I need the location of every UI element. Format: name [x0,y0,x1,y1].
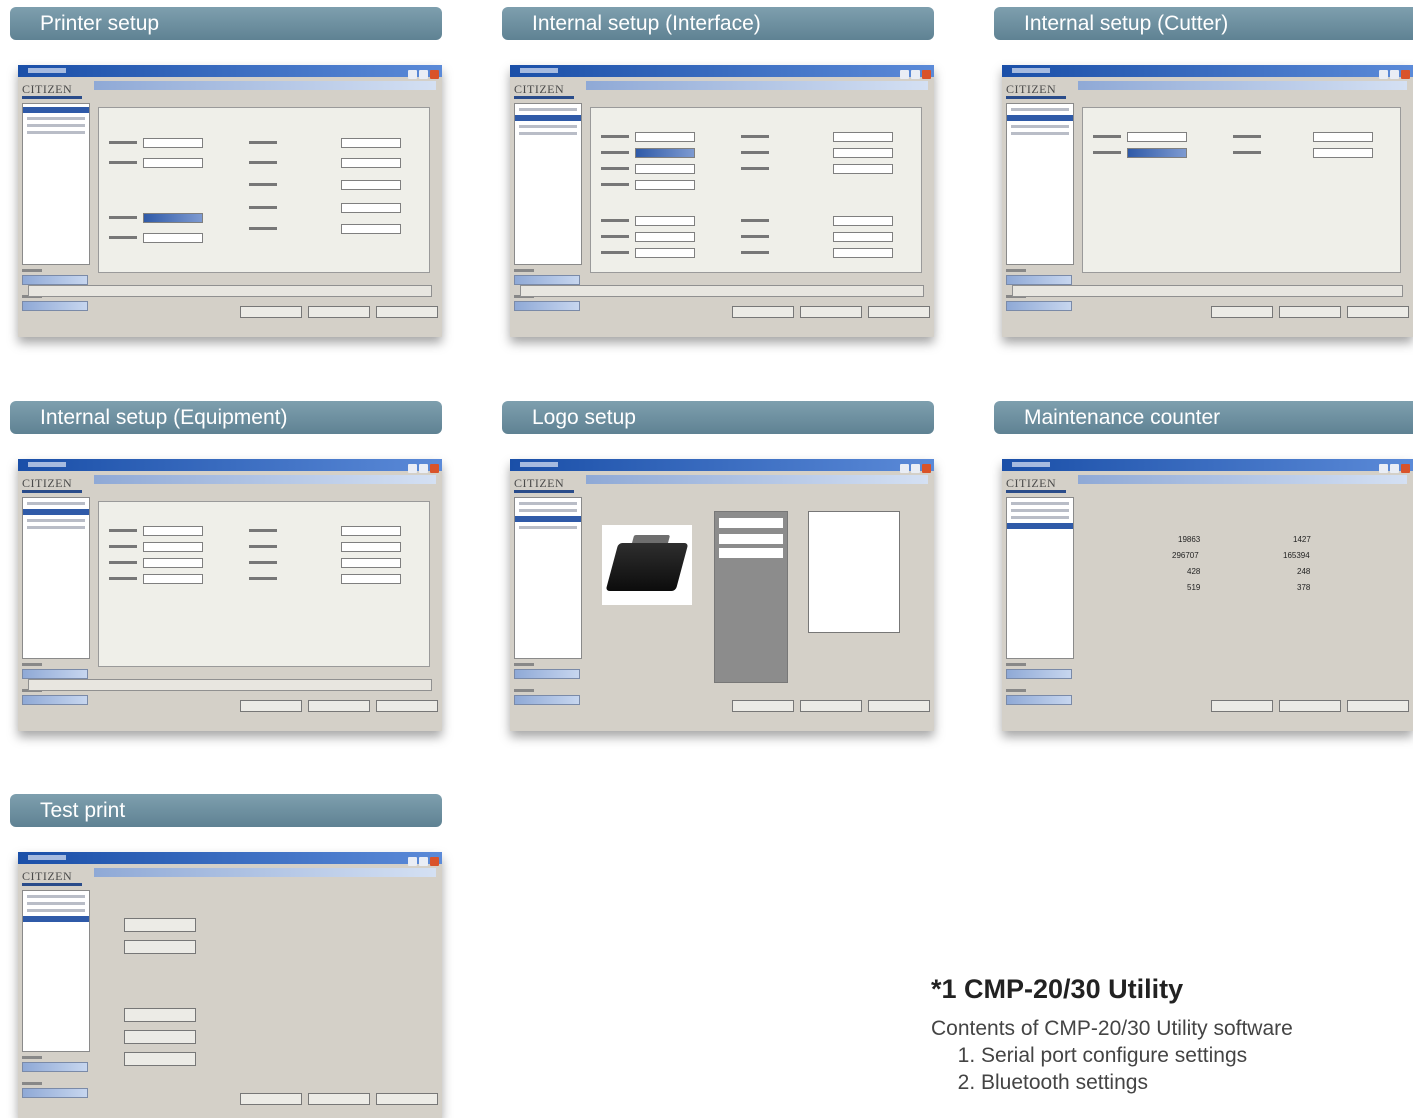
logo-list [714,511,788,683]
panel-title: Logo setup [502,401,934,434]
counter-row: 428 248 [1078,567,1398,583]
counter-value-2: 1427 [1293,535,1311,544]
screenshot-printer-setup: CITIZEN [18,65,442,337]
menu-list [514,497,582,659]
close-icon [430,70,439,79]
maximize-icon [1390,70,1399,79]
note-list: Serial port configure settings Bluetooth… [931,1044,1401,1095]
maximize-icon [419,464,428,473]
menu-list [22,497,90,659]
maximize-icon [911,464,920,473]
panel-logo-setup: Logo setup CITIZEN [502,401,934,731]
screenshot-internal-setup-interface: CITIZEN [510,65,934,337]
panel-title: Test print [10,794,442,827]
window-titlebar [510,459,934,473]
minimize-icon [408,857,417,866]
screenshot-logo-setup: CITIZEN [510,459,934,731]
panel-title: Maintenance counter [994,401,1413,434]
panel-maintenance-counter: Maintenance counter CITIZEN 19863 1427 2… [994,401,1413,731]
minimize-icon [1379,464,1388,473]
citizen-logo: CITIZEN [1006,81,1072,97]
note-subtitle: Contents of CMP-20/30 Utility software [931,1017,1293,1040]
citizen-logo: CITIZEN [514,81,580,97]
minimize-icon [408,464,417,473]
counter-value-2: 165394 [1283,551,1310,560]
menu-list [1006,497,1074,659]
counter-value-2: 378 [1297,583,1311,592]
panel-title: Internal setup (Cutter) [994,7,1413,40]
window-titlebar [18,65,442,79]
menu-list [22,890,90,1052]
close-icon [430,464,439,473]
note-heading: *1 CMP-20/30 Utility [931,974,1184,1004]
maximize-icon [911,70,920,79]
counter-row: 519 378 [1078,583,1398,599]
close-icon [922,464,931,473]
printer-image [602,525,692,605]
panel-test-print: Test print CITIZEN [10,794,442,1118]
citizen-logo: CITIZEN [22,81,88,97]
maximize-icon [419,857,428,866]
menu-list [22,103,90,265]
close-icon [922,70,931,79]
panel-internal-setup-equipment: Internal setup (Equipment) CITIZEN [10,401,442,731]
panel-title: Internal setup (Interface) [502,7,934,40]
window-titlebar [18,852,442,866]
citizen-logo: CITIZEN [1006,475,1072,491]
counter-value-1: 19863 [1178,535,1201,544]
counter-row: 19863 1427 [1078,535,1398,551]
citizen-logo: CITIZEN [22,868,88,884]
counter-value-1: 519 [1187,583,1201,592]
panel-printer-setup: Printer setup CITIZEN [10,7,442,337]
screenshot-internal-setup-equipment: CITIZEN [18,459,442,731]
menu-list [514,103,582,265]
logo-preview [808,511,900,633]
utility-note: *1 CMP-20/30 Utility Contents of CMP-20/… [931,974,1401,1098]
window-titlebar [510,65,934,79]
minimize-icon [900,70,909,79]
citizen-logo: CITIZEN [22,475,88,491]
minimize-icon [900,464,909,473]
counter-value-1: 296707 [1172,551,1199,560]
screenshot-internal-setup-cutter: CITIZEN [1002,65,1413,337]
counter-value-2: 248 [1297,567,1311,576]
close-icon [430,857,439,866]
panel-internal-setup-interface: Internal setup (Interface) CITIZEN [502,7,934,337]
note-item: Bluetooth settings [981,1071,1401,1095]
panel-title: Internal setup (Equipment) [10,401,442,434]
minimize-icon [408,70,417,79]
counter-value-1: 428 [1187,567,1201,576]
screenshot-test-print: CITIZEN [18,852,442,1118]
maximize-icon [1390,464,1399,473]
counter-row: 296707 165394 [1078,551,1398,567]
panel-internal-setup-cutter: Internal setup (Cutter) CITIZEN [994,7,1413,337]
window-titlebar [1002,459,1413,473]
citizen-logo: CITIZEN [514,475,580,491]
screenshot-maintenance-counter: CITIZEN 19863 1427 296707 165394 428 248 [1002,459,1413,731]
close-icon [1401,464,1410,473]
panel-title: Printer setup [10,7,442,40]
minimize-icon [1379,70,1388,79]
menu-list [1006,103,1074,265]
window-titlebar [18,459,442,473]
maximize-icon [419,70,428,79]
note-item: Serial port configure settings [981,1044,1401,1068]
window-titlebar [1002,65,1413,79]
close-icon [1401,70,1410,79]
